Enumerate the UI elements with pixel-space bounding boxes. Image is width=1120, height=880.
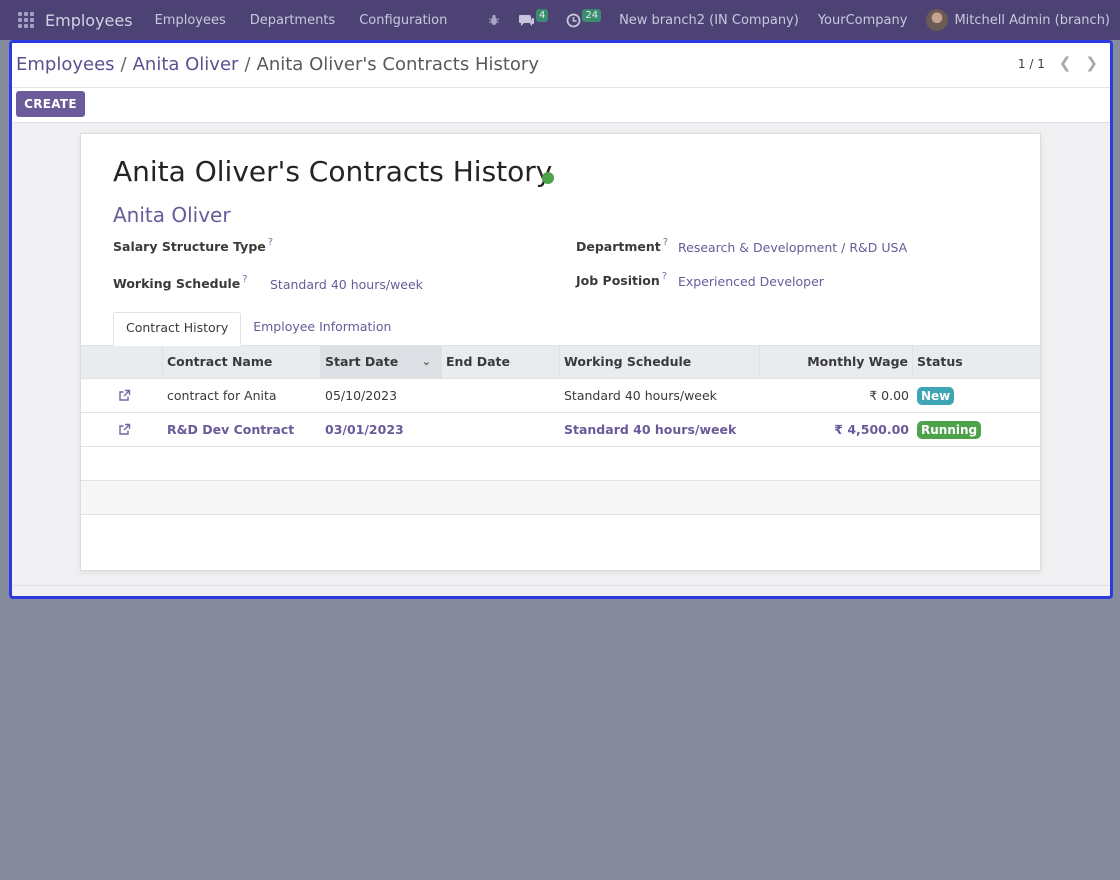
user-avatar[interactable] <box>926 9 949 31</box>
status-badge: Running <box>917 420 982 439</box>
frame-bottom-divider <box>12 585 1110 586</box>
tab-employee-information[interactable]: Employee Information <box>241 312 403 346</box>
pager-next-icon[interactable]: ❯ <box>1085 56 1098 71</box>
sort-chevron-down-icon: ⌄ <box>421 355 431 368</box>
employee-field[interactable]: Anita Oliver <box>113 203 231 227</box>
monthly-wage-cell: ₹ 4,500.00 <box>834 422 909 437</box>
contract-name-cell: R&D Dev Contract <box>167 422 295 437</box>
messages-chat-icon[interactable]: 4 <box>518 8 549 27</box>
tab-contract-history[interactable]: Contract History <box>113 312 242 346</box>
pager-previous-icon[interactable]: ❮ <box>1059 56 1072 71</box>
status-cell: Running <box>913 420 1040 439</box>
column-contract-name[interactable]: Contract Name <box>163 346 321 378</box>
working-schedule-cell: Standard 40 hours/week <box>564 388 717 403</box>
working-schedule-label: Working Schedule? <box>113 274 248 291</box>
pager-value[interactable]: 1 / 1 <box>1018 57 1045 71</box>
top-navbar: Employees Employees Departments Configur… <box>0 0 1120 40</box>
empty-table-row <box>81 446 1040 480</box>
menu-employees[interactable]: Employees <box>155 13 226 28</box>
page-title: Anita Oliver's Contracts History <box>113 155 553 188</box>
department-label: Department? <box>576 237 669 254</box>
working-schedule-cell: Standard 40 hours/week <box>564 422 737 437</box>
notebook-tabs: Contract History Employee Information <box>113 312 403 346</box>
branch-switcher[interactable]: New branch2 (IN Company) <box>619 13 799 28</box>
column-start-date[interactable]: Start Date ⌄ <box>321 346 442 378</box>
table-row[interactable]: contract for Anita 05/10/2023 Standard 4… <box>81 378 1040 412</box>
menu-configuration[interactable]: Configuration <box>359 13 447 28</box>
column-end-date[interactable]: End Date <box>442 346 560 378</box>
pager: 1 / 1 ❮ ❯ <box>1018 56 1098 71</box>
main-action-frame: Employees / Anita Oliver / Anita Oliver's Co… <box>9 40 1113 599</box>
apps-menu-icon[interactable] <box>17 11 35 29</box>
empty-table-row <box>81 480 1040 514</box>
create-button[interactable]: CREATE <box>16 91 85 117</box>
menu-departments[interactable]: Departments <box>250 13 335 28</box>
start-date-cell: 05/10/2023 <box>325 388 398 403</box>
working-schedule-field[interactable]: Standard 40 hours/week <box>270 277 423 292</box>
company-switcher[interactable]: YourCompany <box>818 13 908 28</box>
table-row[interactable]: R&D Dev Contract 03/01/2023 Standard 40 … <box>81 412 1040 446</box>
status-badge: New <box>917 386 955 405</box>
open-record-icon[interactable] <box>81 389 163 402</box>
breadcrumb-employee[interactable]: Anita Oliver <box>133 54 239 75</box>
navbar-systray: 4 24 New branch2 (IN Company) YourCompan… <box>488 0 1120 40</box>
app-brand[interactable]: Employees <box>45 11 133 30</box>
messages-count-badge: 4 <box>535 8 549 22</box>
column-monthly-wage[interactable]: Monthly Wage <box>760 346 913 378</box>
start-date-cell: 03/01/2023 <box>325 422 404 437</box>
department-field[interactable]: Research & Development / R&D USA <box>678 240 907 255</box>
debug-bug-icon[interactable] <box>488 14 500 26</box>
form-sheet: Anita Oliver's Contracts History Anita O… <box>80 133 1041 571</box>
control-divider <box>12 87 1110 88</box>
column-working-schedule[interactable]: Working Schedule <box>560 346 760 378</box>
job-position-field[interactable]: Experienced Developer <box>678 274 824 289</box>
activities-count-badge: 24 <box>582 8 602 22</box>
contract-name-cell: contract for Anita <box>167 388 277 403</box>
breadcrumb-employees[interactable]: Employees <box>16 54 115 75</box>
column-open <box>81 346 163 378</box>
breadcrumb: Employees / Anita Oliver / Anita Oliver's Co… <box>16 54 539 75</box>
salary-structure-label: Salary Structure Type? <box>113 237 274 254</box>
status-cell: New <box>913 386 1040 405</box>
table-header: Contract Name Start Date ⌄ End Date Worki… <box>81 345 1040 378</box>
table-bottom-border <box>81 514 1040 515</box>
contracts-table: Contract Name Start Date ⌄ End Date Worki… <box>81 345 1040 515</box>
monthly-wage-cell: ₹ 0.00 <box>869 388 909 403</box>
activities-clock-icon[interactable]: 24 <box>566 8 602 28</box>
user-menu[interactable]: Mitchell Admin (branch) <box>954 13 1110 28</box>
status-indicator-dot[interactable] <box>542 172 554 184</box>
column-status[interactable]: Status <box>913 346 1040 378</box>
control-panel: Employees / Anita Oliver / Anita Oliver's Co… <box>12 43 1110 123</box>
open-record-icon[interactable] <box>81 423 163 436</box>
job-position-label: Job Position? <box>576 271 668 288</box>
breadcrumb-current: Anita Oliver's Contracts History <box>256 54 539 75</box>
